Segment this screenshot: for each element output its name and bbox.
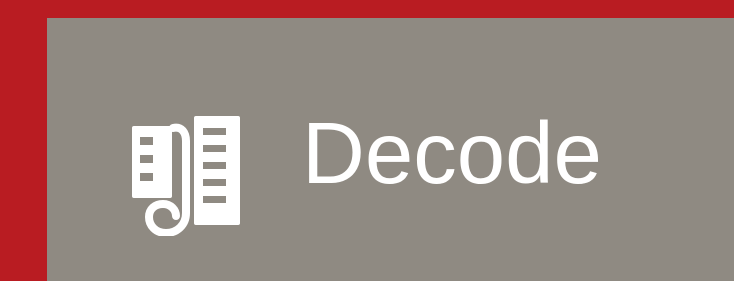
decode-button-label: Decode [302, 105, 602, 202]
decode-scroll-icon [132, 116, 240, 236]
decode-panel-frame: Decode [0, 0, 734, 281]
decode-button[interactable]: Decode [47, 18, 734, 281]
